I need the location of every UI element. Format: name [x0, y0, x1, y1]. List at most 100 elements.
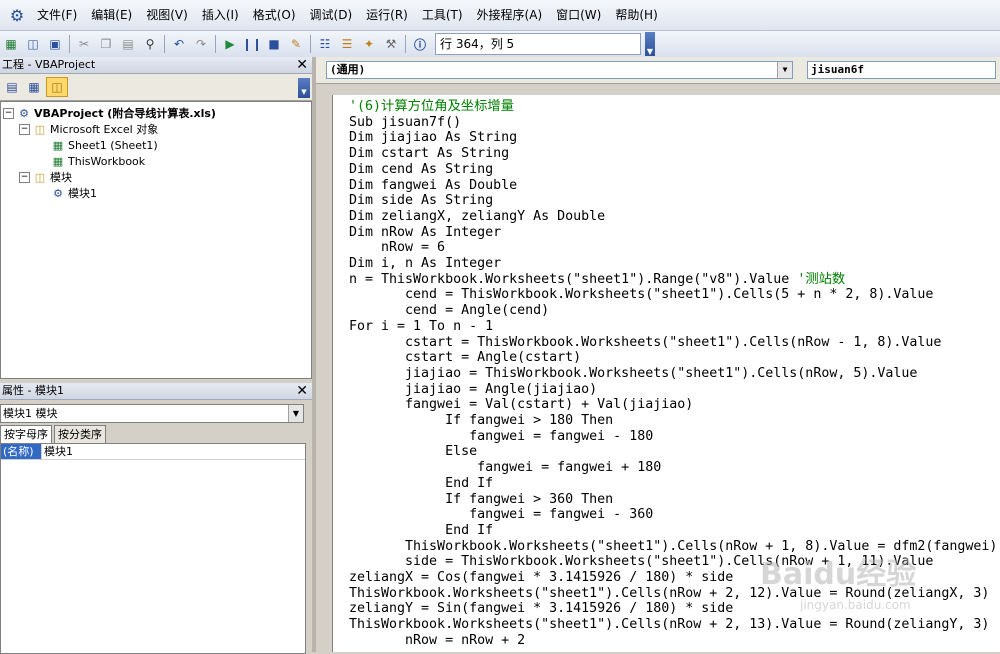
design-mode-icon[interactable]: ✎: [286, 34, 306, 54]
tree-item-modules[interactable]: − ◫ 模块: [19, 170, 72, 185]
menu-tools[interactable]: 工具(T): [415, 4, 470, 26]
code-line[interactable]: cstart = ThisWorkbook.Worksheets("sheet1…: [349, 335, 941, 351]
copy-icon[interactable]: ❐: [96, 34, 116, 54]
object-selector-value: 模块1 模块: [3, 407, 58, 420]
code-text: Dim i, n As Integer: [349, 256, 502, 271]
redo-icon[interactable]: ↷: [191, 34, 211, 54]
run-icon[interactable]: ▶: [220, 34, 240, 54]
menu-edit[interactable]: 编辑(E): [84, 4, 139, 26]
properties-window-icon[interactable]: ☰: [337, 34, 357, 54]
collapse-icon[interactable]: −: [3, 108, 14, 119]
code-text: Dim side As String: [349, 193, 494, 209]
tab-alphabetic[interactable]: 按字母序: [0, 425, 52, 443]
collapse-icon[interactable]: −: [19, 124, 30, 135]
code-line[interactable]: zeliangX = Cos(fangwei * 3.1415926 / 180…: [349, 570, 733, 586]
close-icon[interactable]: ✕: [296, 383, 308, 399]
code-line[interactable]: fangwei = fangwei + 180: [349, 460, 661, 476]
object-selector[interactable]: 模块1 模块 ▼: [0, 404, 304, 423]
property-row-name[interactable]: (名称) 模块1: [1, 444, 305, 460]
code-line[interactable]: If fangwei > 360 Then: [349, 492, 613, 508]
menu-file[interactable]: 文件(F): [30, 4, 84, 26]
code-line[interactable]: jiajiao = ThisWorkbook.Worksheets("sheet…: [349, 366, 917, 382]
cut-icon[interactable]: ✂: [74, 34, 94, 54]
tree-item-vbaproject[interactable]: − ⚙ VBAProject (附合导线计算表.xls): [3, 106, 216, 121]
object-browser-icon[interactable]: ✦: [359, 34, 379, 54]
view-object-icon[interactable]: ▦: [24, 78, 44, 96]
tab-categorized[interactable]: 按分类序: [54, 425, 106, 443]
code-line[interactable]: Sub jisuan7f(): [349, 115, 461, 131]
code-line[interactable]: fangwei = fangwei - 180: [349, 429, 653, 445]
object-combo[interactable]: (通用) ▼: [326, 61, 793, 79]
menu-window[interactable]: 窗口(W): [549, 4, 608, 26]
code-line[interactable]: Dim fangwei As Double: [349, 178, 517, 194]
tree-item-excel-objects[interactable]: − ◫ Microsoft Excel 对象: [19, 122, 158, 137]
code-text: Dim zeliangX, zeliangY As Double: [349, 208, 606, 224]
find-icon[interactable]: ⚲: [140, 34, 160, 54]
code-line[interactable]: Else: [349, 444, 477, 460]
code-text: If fangwei > 360 Then: [349, 491, 614, 507]
chevron-down-icon[interactable]: ▼: [288, 405, 303, 422]
collapse-icon[interactable]: −: [19, 172, 30, 183]
property-value[interactable]: 模块1: [41, 444, 73, 459]
code-line[interactable]: End If: [349, 523, 493, 539]
code-line[interactable]: Dim cstart As String: [349, 146, 509, 162]
code-text: Sub jisuan7f(): [349, 114, 462, 130]
stop-icon[interactable]: ■: [264, 34, 284, 54]
code-line[interactable]: Dim cend As String: [349, 162, 493, 178]
toolbar-separator: [164, 35, 165, 53]
code-line[interactable]: zeliangY = Sin(fangwei * 3.1415926 / 180…: [349, 601, 733, 617]
code-line[interactable]: fangwei = fangwei - 360: [349, 507, 653, 523]
close-icon[interactable]: ✕: [296, 57, 308, 73]
code-line[interactable]: '(6)计算方位角及坐标增量: [349, 99, 514, 115]
menu-insert[interactable]: 插入(I): [195, 4, 246, 26]
worksheet-icon: ▦: [52, 139, 64, 152]
menu-addins[interactable]: 外接程序(A): [470, 4, 550, 26]
code-line[interactable]: fangwei = Val(cstart) + Val(jiajiao): [349, 397, 693, 413]
menu-debug[interactable]: 调试(D): [303, 4, 360, 26]
help-icon[interactable]: ⓘ: [410, 34, 430, 54]
code-line[interactable]: Dim zeliangX, zeliangY As Double: [349, 209, 605, 225]
code-text: cstart = ThisWorkbook.Worksheets("sheet1…: [349, 334, 942, 350]
save-icon[interactable]: ▣: [45, 34, 65, 54]
code-line[interactable]: Dim side As String: [349, 193, 493, 209]
code-text: Dim jiajiao As String: [349, 130, 518, 146]
properties-panel: 属性 - 模块1 ✕: [0, 383, 312, 400]
project-toolbar-options-icon[interactable]: ▼: [298, 78, 310, 98]
insert-userform-icon[interactable]: ◫: [23, 34, 43, 54]
toolbox-icon[interactable]: ⚒: [381, 34, 401, 54]
toggle-folders-icon[interactable]: ◫: [46, 77, 68, 97]
project-explorer-icon[interactable]: ☷: [315, 34, 335, 54]
tree-item-module1[interactable]: ⚙ 模块1: [51, 186, 97, 201]
code-line[interactable]: cend = ThisWorkbook.Worksheets("sheet1")…: [349, 287, 933, 303]
pause-icon[interactable]: ❙❙: [242, 34, 262, 54]
code-line[interactable]: ThisWorkbook.Worksheets("sheet1").Cells(…: [349, 539, 997, 555]
vba-app-icon[interactable]: ⚙: [4, 3, 30, 27]
menu-help[interactable]: 帮助(H): [608, 4, 664, 26]
code-line[interactable]: cstart = Angle(cstart): [349, 350, 581, 366]
code-line[interactable]: For i = 1 To n - 1: [349, 319, 493, 335]
menu-view[interactable]: 视图(V): [139, 4, 195, 26]
code-text: '(6)计算方位角及坐标增量: [349, 99, 514, 114]
code-line[interactable]: Dim jiajiao As String: [349, 130, 517, 146]
code-line[interactable]: jiajiao = Angle(jiajiao): [349, 382, 597, 398]
toolbar-separator: [405, 35, 406, 53]
toolbar-options-icon[interactable]: ▼: [645, 32, 655, 56]
procedure-combo[interactable]: jisuan6f: [807, 61, 996, 79]
code-line[interactable]: Dim nRow As Integer: [349, 225, 501, 241]
undo-icon[interactable]: ↶: [169, 34, 189, 54]
paste-icon[interactable]: ▤: [118, 34, 138, 54]
tree-item-thisworkbook[interactable]: ▦ ThisWorkbook: [51, 154, 145, 169]
chevron-down-icon[interactable]: ▼: [777, 62, 792, 78]
view-code-icon[interactable]: ▤: [2, 78, 22, 96]
code-line[interactable]: n = ThisWorkbook.Worksheets("sheet1").Ra…: [349, 272, 845, 288]
code-line[interactable]: If fangwei > 180 Then: [349, 413, 613, 429]
code-line[interactable]: nRow = 6: [349, 240, 445, 256]
code-line[interactable]: End If: [349, 476, 493, 492]
menu-run[interactable]: 运行(R): [359, 4, 415, 26]
menu-format[interactable]: 格式(O): [246, 4, 303, 26]
code-line[interactable]: nRow = nRow + 2: [349, 633, 525, 649]
view-excel-icon[interactable]: ▦: [1, 34, 21, 54]
tree-item-sheet1[interactable]: ▦ Sheet1 (Sheet1): [51, 138, 158, 153]
code-line[interactable]: Dim i, n As Integer: [349, 256, 501, 272]
code-line[interactable]: cend = Angle(cend): [349, 303, 549, 319]
